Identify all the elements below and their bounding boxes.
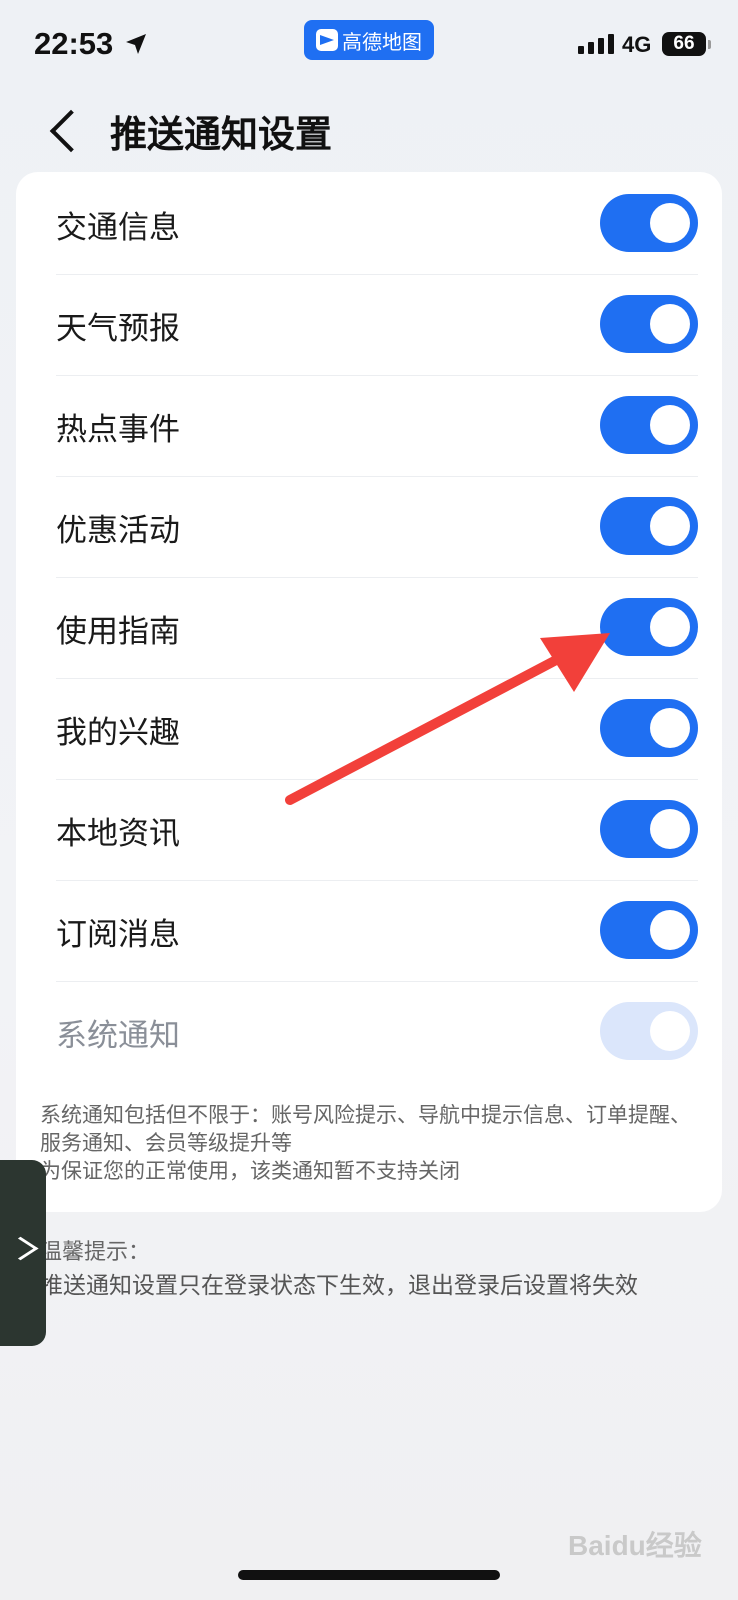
home-indicator[interactable] — [238, 1570, 500, 1580]
watermark-logo: Baidu经验 — [568, 1530, 702, 1561]
annotation-arrow — [285, 633, 610, 805]
arrow-shaft — [285, 653, 565, 805]
